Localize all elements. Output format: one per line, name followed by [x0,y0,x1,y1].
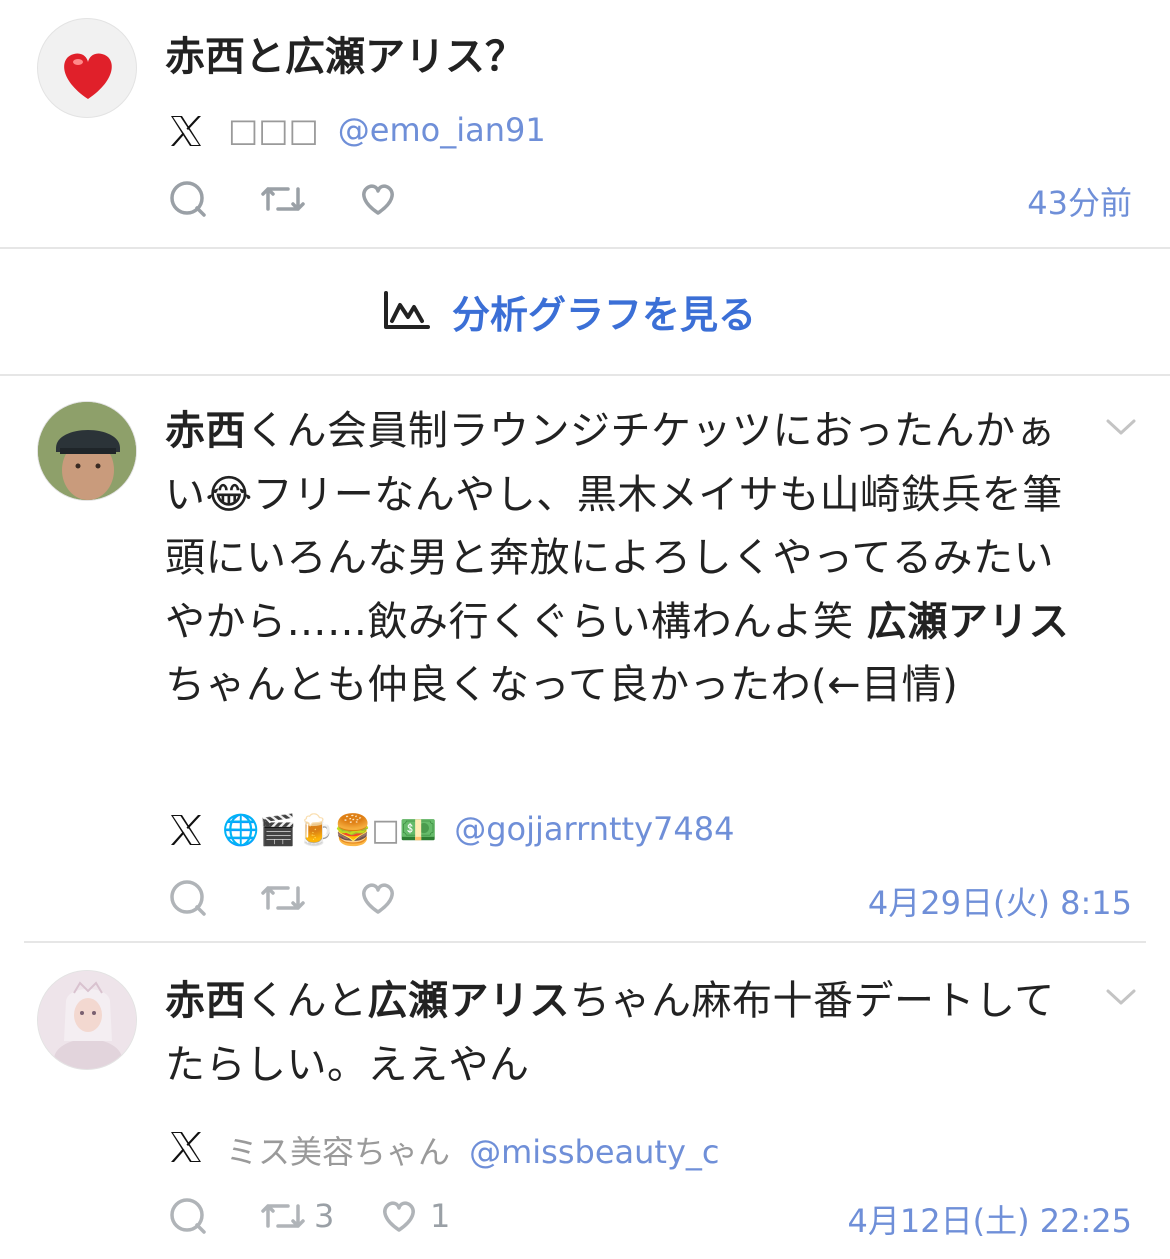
like-heart-icon[interactable] [357,878,399,918]
author-handle[interactable]: @emo_ian91 [338,111,546,149]
divider [0,374,1170,376]
author-name: □□□ [228,111,319,149]
post-body: 赤西くんと広瀬アリスちゃん麻布十番デートしてたらしい。ええやん [165,970,1085,1097]
chevron-down-icon[interactable] [1104,984,1138,1010]
highlighted-keyword: 赤西 [165,978,246,1024]
highlighted-keyword: 赤西 [165,408,246,454]
x-logo-icon [171,116,201,146]
chevron-down-icon[interactable] [1104,414,1138,440]
author-handle[interactable]: @missbeauty_c [469,1133,719,1171]
avatar[interactable] [37,18,137,118]
retweet-count: 3 [314,1197,335,1235]
highlighted-keyword: 広瀬アリス [367,978,570,1024]
divider [24,941,1146,943]
retweet-icon[interactable] [260,878,306,918]
chart-icon [384,291,430,329]
avatar[interactable] [37,970,137,1070]
like-count: 1 [430,1197,451,1235]
analytics-graph-button[interactable]: 分析グラフを見る [380,283,756,339]
user-photo-icon [38,402,136,500]
post-text-segment: くんと [246,978,368,1024]
analytics-label: 分析グラフを見る [452,292,757,337]
highlighted-keyword: 広瀬アリス [866,598,1070,645]
reply-icon[interactable] [168,1196,208,1236]
divider [0,247,1170,249]
reply-icon[interactable] [168,179,208,219]
author-handle[interactable]: @gojjarrntty7484 [454,810,734,848]
reply-icon[interactable] [168,878,208,918]
post-timestamp[interactable]: 43分前 [1027,178,1132,224]
heart-emoji-icon [64,53,112,99]
post-timestamp[interactable]: 4月12日(土) 22:25 [848,1196,1132,1242]
avatar[interactable] [37,401,137,501]
x-logo-icon [171,1132,201,1162]
post-body: 赤西くん会員制ラウンジチケッツにおったんかぁい😂フリーなんやし、黒木メイサも山崎… [165,400,1085,718]
post-title: 赤西と広瀬アリス？ [165,34,525,80]
x-logo-icon [171,815,201,845]
author-name: ミス美容ちゃん [226,1133,451,1171]
retweet-icon[interactable] [260,179,306,219]
like-heart-icon[interactable] [357,179,399,219]
post-timestamp[interactable]: 4月29日(火) 8:15 [868,878,1132,924]
post-text-segment: ちゃんとも仲良くなって良かったわ(←目情) [165,662,959,708]
like-heart-icon[interactable] [378,1196,420,1236]
author-name: 🌐🎬🍺🍔□💵 [222,813,438,848]
retweet-icon[interactable] [260,1196,306,1236]
user-photo-icon [38,971,136,1069]
